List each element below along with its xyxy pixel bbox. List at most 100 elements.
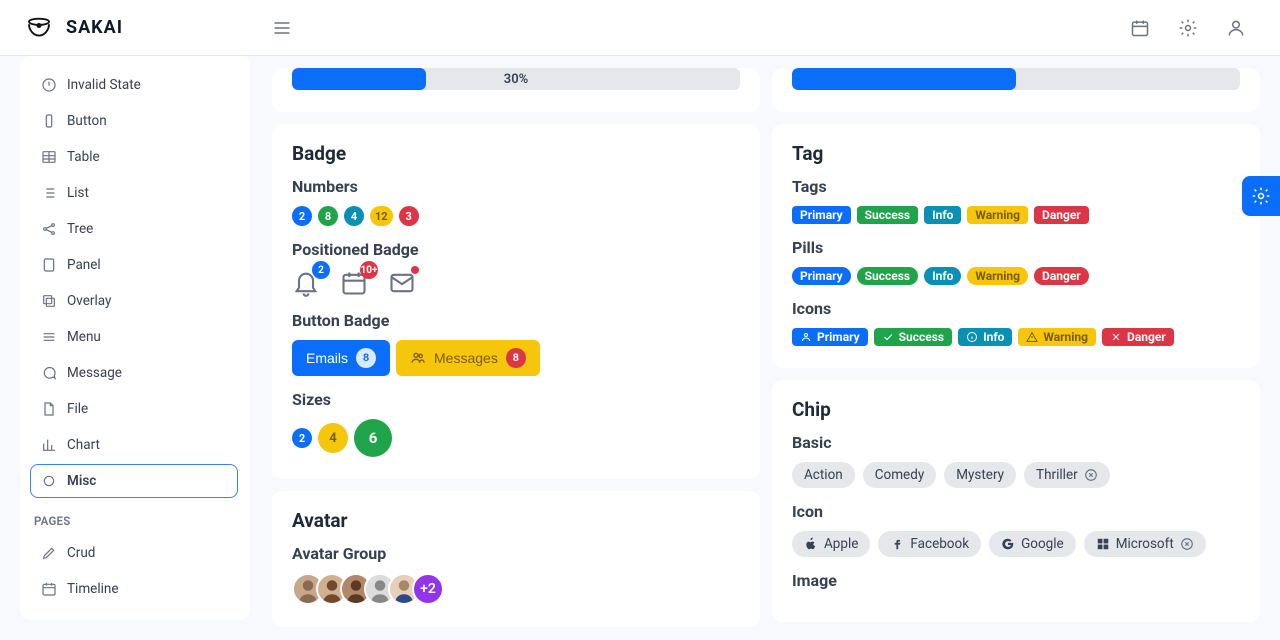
times-circle-icon[interactable] bbox=[1180, 537, 1194, 551]
badge-number: 12 bbox=[370, 206, 393, 226]
sidebar-item-list[interactable]: List bbox=[30, 176, 238, 210]
sidebar-item-table[interactable]: Table bbox=[30, 140, 238, 174]
sidebar-item-message[interactable]: Message bbox=[30, 356, 238, 390]
pill-success: Success bbox=[857, 267, 918, 285]
gear-icon bbox=[1251, 186, 1271, 206]
sidebar-item-chart[interactable]: Chart bbox=[30, 428, 238, 462]
emails-button[interactable]: Emails 8 bbox=[292, 340, 390, 376]
calendar-with-badge[interactable]: 10+ bbox=[340, 269, 368, 297]
bars-icon bbox=[41, 329, 57, 345]
tag-info: Info bbox=[924, 206, 961, 224]
progress-bar-left: 30% bbox=[292, 68, 740, 90]
theme-config-button[interactable] bbox=[1242, 176, 1280, 216]
tag-danger: Danger bbox=[1034, 206, 1089, 224]
google-icon bbox=[1001, 537, 1015, 551]
section-heading: Numbers bbox=[292, 177, 740, 196]
section-heading: Image bbox=[792, 571, 1240, 590]
badge-size-sm: 2 bbox=[292, 428, 312, 448]
chip-facebook[interactable]: Facebook bbox=[878, 531, 981, 557]
app-logo[interactable]: SAKAI bbox=[24, 13, 264, 43]
sidebar-item-panel[interactable]: Panel bbox=[30, 248, 238, 282]
chart-bar-icon bbox=[41, 437, 57, 453]
tag-warning: Warning bbox=[967, 206, 1028, 224]
section-heading: Basic bbox=[792, 433, 1240, 452]
tag-primary: Primary bbox=[792, 206, 851, 224]
file-icon bbox=[41, 401, 57, 417]
avatar-group: +2 bbox=[292, 573, 740, 605]
chip-basic[interactable]: Action bbox=[792, 462, 855, 488]
sidebar-item-menu[interactable]: Menu bbox=[30, 320, 238, 354]
app-name: SAKAI bbox=[66, 17, 123, 38]
menu-toggle-button[interactable] bbox=[264, 10, 300, 46]
chip-microsoft[interactable]: Microsoft bbox=[1084, 531, 1206, 557]
sidebar-item-button[interactable]: Button bbox=[30, 104, 238, 138]
section-heading: Avatar Group bbox=[292, 544, 740, 563]
sidebar-item-label: Menu bbox=[67, 329, 101, 345]
pencil-icon bbox=[41, 545, 57, 561]
circle-icon bbox=[41, 473, 57, 489]
section-heading: Positioned Badge bbox=[292, 240, 740, 259]
list-icon bbox=[41, 185, 57, 201]
main-content[interactable]: 30% Badge Numbers 2 8 4 12 3 bbox=[260, 56, 1280, 640]
profile-button[interactable] bbox=[1216, 8, 1256, 48]
section-heading: Sizes bbox=[292, 390, 740, 409]
exclamation-triangle-icon bbox=[1026, 331, 1038, 343]
sidebar-item-timeline[interactable]: Timeline bbox=[30, 572, 238, 606]
sidebar-item-tree[interactable]: Tree bbox=[30, 212, 238, 246]
sidebar-item-crud[interactable]: Crud bbox=[30, 536, 238, 570]
sidebar-item-label: Misc bbox=[67, 473, 96, 489]
badge-size-xl: 6 bbox=[354, 419, 392, 457]
info-circle-icon bbox=[966, 331, 978, 343]
sidebar-item-label: Tree bbox=[67, 221, 93, 237]
badge-number: 2 bbox=[292, 206, 312, 226]
exclamation-circle-icon bbox=[41, 77, 57, 93]
calendar-icon bbox=[1130, 18, 1150, 38]
avatar-more[interactable]: +2 bbox=[412, 573, 444, 605]
sidebar-item-label: Table bbox=[67, 149, 100, 165]
mobile-icon bbox=[41, 113, 57, 129]
button-badge: 8 bbox=[356, 348, 376, 368]
chip-apple[interactable]: Apple bbox=[792, 531, 870, 557]
sidebar-item-file[interactable]: File bbox=[30, 392, 238, 426]
badge-number: 3 bbox=[399, 206, 419, 226]
sidebar-item-label: Overlay bbox=[67, 293, 111, 309]
sidebar-item-misc[interactable]: Misc bbox=[30, 464, 238, 498]
sidebar-item-empty[interactable]: Empty bbox=[30, 608, 238, 610]
comment-icon bbox=[41, 365, 57, 381]
envelope-with-dot[interactable] bbox=[388, 269, 416, 297]
gear-icon bbox=[1178, 18, 1198, 38]
chip-google[interactable]: Google bbox=[989, 531, 1076, 557]
settings-button[interactable] bbox=[1168, 8, 1208, 48]
icon-tag-warning: Warning bbox=[1018, 328, 1096, 346]
icon-tag-success: Success bbox=[874, 328, 952, 346]
progress-bar-right bbox=[792, 68, 1240, 90]
times-circle-icon[interactable] bbox=[1084, 468, 1098, 482]
microsoft-icon bbox=[1096, 537, 1110, 551]
sidebar[interactable]: Invalid State Button Table List Tree Pan… bbox=[30, 66, 244, 610]
sidebar-item-invalid-state[interactable]: Invalid State bbox=[30, 68, 238, 102]
icon-tag-info: Info bbox=[958, 328, 1012, 346]
chip-basic[interactable]: Mystery bbox=[944, 462, 1016, 488]
badge-dot bbox=[411, 266, 419, 274]
sidebar-section-pages: PAGES bbox=[30, 500, 238, 534]
calendar-button[interactable] bbox=[1120, 8, 1160, 48]
sidebar-item-label: Message bbox=[67, 365, 122, 381]
badge-count: 10+ bbox=[360, 261, 378, 279]
bell-with-badge[interactable]: 2 bbox=[292, 269, 320, 297]
sidebar-item-label: Crud bbox=[67, 545, 95, 561]
menu-icon bbox=[272, 18, 292, 38]
share-icon bbox=[41, 221, 57, 237]
facebook-icon bbox=[890, 537, 904, 551]
sidebar-item-overlay[interactable]: Overlay bbox=[30, 284, 238, 318]
chip-basic[interactable]: Thriller bbox=[1024, 462, 1110, 488]
badge-number: 8 bbox=[318, 206, 338, 226]
badge-card: Badge Numbers 2 8 4 12 3 Positioned Badg… bbox=[272, 124, 760, 479]
button-badge: 8 bbox=[506, 348, 526, 368]
card-title: Chip bbox=[792, 398, 1240, 421]
user-icon bbox=[1226, 18, 1246, 38]
sidebar-item-label: Chart bbox=[67, 437, 100, 453]
chip-basic[interactable]: Comedy bbox=[863, 462, 937, 488]
messages-button[interactable]: Messages 8 bbox=[396, 340, 540, 376]
times-icon bbox=[1110, 331, 1122, 343]
button-label: Messages bbox=[434, 350, 498, 366]
